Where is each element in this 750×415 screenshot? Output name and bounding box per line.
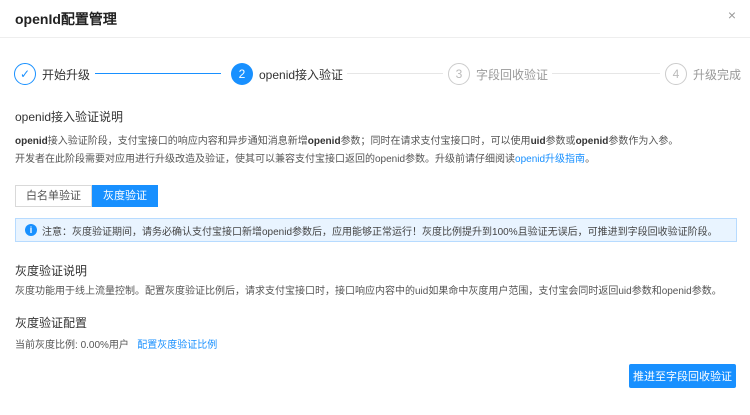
text: 开发者在此阶段需要对应用进行升级改造及验证，使其可以兼容支付宝接口返回的open… [15, 154, 516, 165]
step-4: 4 升级完成 [665, 62, 741, 86]
text: 参数；同时在请求支付宝接口时，可以使用 [340, 136, 531, 147]
text: 参数作为入参。 [608, 136, 679, 147]
verify-tabs: 白名单验证 灰度验证 [15, 185, 158, 207]
tab-whitelist[interactable]: 白名单验证 [15, 185, 92, 207]
step-2: 2 openid接入验证 [231, 62, 343, 86]
step-1: ✓ 开始升级 [14, 62, 90, 86]
bold-text: openid [575, 136, 609, 147]
gray-desc-title: 灰度验证说明 [15, 264, 88, 278]
tab-gray[interactable]: 灰度验证 [92, 185, 158, 207]
text: 参数或 [545, 136, 576, 147]
intro-title: openid接入验证说明 [15, 110, 124, 124]
advance-button[interactable]: 推进至字段回收验证 [629, 364, 736, 388]
bold-text: openid [307, 136, 341, 147]
ratio-value: 0.00%用户 [80, 340, 129, 351]
gray-config-title: 灰度验证配置 [15, 316, 88, 330]
step-3: 3 字段回收验证 [448, 62, 548, 86]
upgrade-guide-link[interactable]: openid升级指南 [515, 154, 585, 165]
bold-text: openid [15, 136, 48, 147]
dialog-header: openId配置管理 × [0, 0, 750, 38]
step-number: 2 [231, 63, 253, 85]
config-ratio-link[interactable]: 配置灰度验证比例 [137, 340, 217, 351]
intro-line-1: openid接入验证阶段，支付宝接口的响应内容和异步通知消息新增openid参数… [15, 133, 678, 151]
gray-desc-text: 灰度功能用于线上流量控制。配置灰度验证比例后，请求支付宝接口时，接口响应内容中的… [15, 286, 722, 297]
notice-text: 注意：灰度验证期间，请务必确认支付宝接口新增openid参数后，应用能够正常运行… [42, 226, 718, 238]
notice-banner: i 注意：灰度验证期间，请务必确认支付宝接口新增openid参数后，应用能够正常… [15, 218, 737, 242]
text: 接入验证阶段，支付宝接口的响应内容和异步通知消息新增 [47, 136, 308, 147]
close-icon[interactable]: × [728, 7, 736, 23]
check-icon: ✓ [14, 63, 36, 85]
step-connector [347, 73, 443, 74]
intro-line-2: 开发者在此阶段需要对应用进行升级改造及验证，使其可以兼容支付宝接口返回的open… [15, 151, 595, 169]
steps-bar: ✓ 开始升级 2 openid接入验证 3 字段回收验证 4 升级完成 [14, 62, 741, 88]
bold-text: uid [530, 136, 546, 147]
step-number: 4 [665, 63, 687, 85]
step-label: 字段回收验证 [476, 67, 549, 82]
dialog-title: openId配置管理 [15, 11, 117, 27]
step-number: 3 [448, 63, 470, 85]
step-label: openid接入验证 [259, 67, 344, 82]
step-connector [552, 73, 660, 74]
step-label: 开始升级 [42, 67, 91, 82]
text: 。 [585, 154, 596, 165]
ratio-label: 当前灰度比例: [15, 340, 78, 351]
info-icon: i [25, 224, 37, 236]
gray-ratio-row: 当前灰度比例: 0.00%用户 配置灰度验证比例 [15, 337, 217, 355]
step-connector [95, 73, 221, 74]
step-label: 升级完成 [693, 67, 742, 82]
